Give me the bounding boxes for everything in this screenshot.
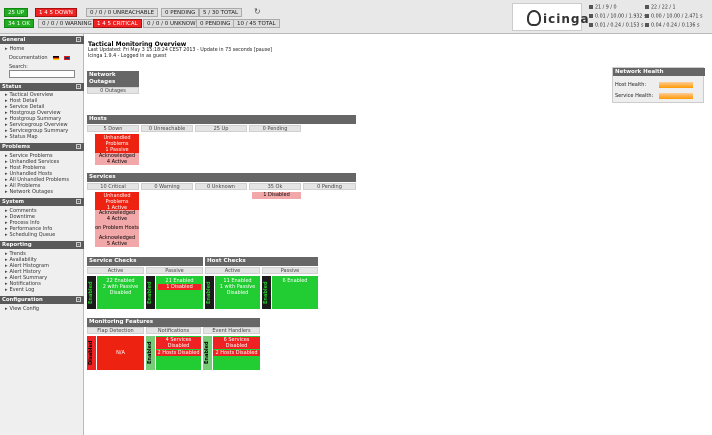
stat-host-exec: 0.01 / 0.24 / 0.153 s — [589, 23, 643, 29]
refresh-icon[interactable]: ↻ — [254, 7, 261, 16]
sidebar: General– Home Documentation Search: Stat… — [0, 34, 84, 435]
network-health-panel: Network Health Host Health: Service Heal… — [612, 67, 705, 103]
network-health-title: Network Health — [613, 68, 705, 76]
hosts-down-cell[interactable]: 5 Down — [87, 125, 139, 132]
hosts-title: Hosts — [87, 115, 356, 124]
services-pending-cell[interactable]: 0 Pending — [303, 183, 356, 190]
services-ack2-box[interactable]: Acknowledged 5 Active — [95, 234, 139, 247]
services-total-badge[interactable]: 10 / 45 TOTAL — [233, 19, 280, 28]
top-status-bar: 25 UP 1 4 5 DOWN 0 / 0 / 0 UNREACHABLE 0… — [0, 0, 712, 34]
host-active-box[interactable]: 11 Enabled 1 with Passive Disabled — [215, 276, 260, 309]
services-title: Services — [87, 173, 356, 182]
hosts-pending-badge[interactable]: 0 PENDING — [161, 8, 200, 17]
icinga-mark-icon — [527, 10, 541, 26]
services-critical-cell[interactable]: 10 Critical — [87, 183, 139, 190]
services-pending-badge[interactable]: 0 PENDING — [196, 19, 235, 28]
service-checks-active-header: Active — [87, 267, 144, 274]
hosts-unreachable-badge[interactable]: 0 / 0 / 0 UNREACHABLE — [86, 8, 159, 17]
notifications-box[interactable]: 4 Services Disabled 2 Hosts Disabled — [156, 336, 201, 370]
service-health-label: Service Health: — [615, 93, 654, 99]
host-health-label: Host Health: — [615, 82, 647, 88]
hosts-unreachable-cell[interactable]: 0 Unreachable — [141, 125, 193, 132]
services-unknown-cell[interactable]: 0 Unknown — [195, 183, 247, 190]
english-flag-icon[interactable] — [64, 56, 70, 60]
sidebar-item-network-outages[interactable]: Network Outages — [5, 189, 53, 195]
sidebar-section-reporting[interactable]: Reporting – — [0, 241, 84, 249]
stat-host-counts: 21 / 9 / 0 — [589, 5, 617, 11]
host-passive-enabled-bar: Enabled — [262, 276, 271, 309]
services-on-problem-hosts[interactable]: on Problem Hosts — [95, 222, 139, 234]
services-ok-disabled[interactable]: 1 Disabled — [252, 192, 301, 199]
service-health-bar — [659, 93, 693, 99]
sidebar-section-general[interactable]: General – — [0, 36, 84, 44]
sidebar-section-system[interactable]: System – — [0, 198, 84, 206]
services-unhandled-box[interactable]: Unhandled Problems 1 Active — [95, 192, 139, 211]
last-updated-text: Last Updated: Fri May 3 15:18:24 CEST 20… — [88, 48, 273, 53]
host-checks-active-header: Active — [205, 267, 260, 274]
sidebar-item-view-config[interactable]: View Config — [5, 306, 40, 312]
hosts-ack-box[interactable]: Acknowledged 4 Active — [95, 153, 139, 165]
version-text: Icinga 1.9.4 - Logged in as guest — [88, 54, 167, 59]
event-handlers-header: Event Handlers — [203, 327, 260, 334]
svc-passive-enabled-bar: Enabled — [146, 276, 155, 309]
stat-service-counts: 22 / 22 / 1 — [645, 5, 676, 11]
host-checks-title: Host Checks — [205, 257, 318, 266]
services-warning-cell[interactable]: 0 Warning — [141, 183, 193, 190]
event-handlers-enabled-bar: Enabled — [203, 336, 212, 370]
svc-active-box[interactable]: 22 Enabled 2 with Passive Disabled — [97, 276, 144, 309]
host-checks-passive-header: Passive — [262, 267, 318, 274]
svc-passive-box[interactable]: 21 Enabled 1 Disabled — [156, 276, 203, 309]
sidebar-item-status-map[interactable]: Status Map — [5, 134, 38, 140]
stat-service-exec: 0.04 / 0.24 / 0.136 s — [645, 23, 699, 29]
monitoring-features-title: Monitoring Features — [87, 318, 260, 327]
sidebar-item-event-log[interactable]: Event Log — [5, 287, 35, 293]
sidebar-item-documentation[interactable]: Documentation — [9, 55, 48, 61]
event-handlers-box[interactable]: 6 Services Disabled 2 Hosts Disabled — [213, 336, 260, 370]
flap-disabled-bar: Disabled — [87, 336, 96, 370]
sidebar-section-problems[interactable]: Problems – — [0, 143, 84, 151]
notifications-header: Notifications — [146, 327, 201, 334]
hosts-down-badge[interactable]: 1 4 5 DOWN — [35, 8, 77, 17]
hosts-unhandled-box[interactable]: Unhandled Problems 1 Passive — [95, 134, 139, 153]
sidebar-item-scheduling-queue[interactable]: Scheduling Queue — [5, 232, 56, 238]
sidebar-item-home[interactable]: Home — [5, 46, 25, 52]
network-outages-title: Network Outages — [87, 71, 139, 87]
icinga-logo[interactable]: icinga — [512, 3, 589, 31]
service-checks-passive-header: Passive — [146, 267, 203, 274]
search-input[interactable] — [9, 70, 75, 78]
services-warning-badge[interactable]: 0 / 0 / 0 WARNING — [38, 19, 96, 28]
sidebar-section-configuration[interactable]: Configuration – — [0, 296, 84, 304]
hosts-up-badge[interactable]: 25 UP — [4, 8, 29, 17]
notifications-enabled-bar: Enabled — [146, 336, 155, 370]
german-flag-icon[interactable] — [53, 56, 59, 60]
outages-count[interactable]: 0 Outages — [87, 87, 139, 94]
hosts-up-cell[interactable]: 25 Up — [195, 125, 247, 132]
svc-active-enabled-bar: Enabled — [87, 276, 96, 309]
service-checks-title: Service Checks — [87, 257, 203, 266]
hosts-total-badge[interactable]: 5 / 30 TOTAL — [199, 8, 243, 17]
host-health-bar — [659, 82, 693, 88]
stat-service-latency: 0.00 / 10.00 / 2.471 s — [645, 14, 703, 20]
page-title: Tactical Monitoring Overview — [88, 41, 187, 48]
services-ok-badge[interactable]: 34 1 OK — [4, 19, 34, 28]
flap-detection-header: Flap Detection — [87, 327, 144, 334]
services-critical-badge[interactable]: 1 4 5 CRITICAL — [93, 19, 142, 28]
hosts-pending-cell[interactable]: 0 Pending — [249, 125, 301, 132]
services-unknown-badge[interactable]: 0 / 0 / 0 UNKNOWN — [143, 19, 204, 28]
flap-detection-box[interactable]: N/A — [97, 336, 144, 370]
services-ok-cell[interactable]: 35 Ok — [249, 183, 301, 190]
host-active-enabled-bar: Enabled — [205, 276, 214, 309]
stat-host-latency: 0.01 / 10.00 / 1.932 s — [589, 14, 647, 20]
host-passive-box[interactable]: 6 Enabled — [272, 276, 318, 309]
services-ack-box[interactable]: Acknowledged 4 Active — [95, 210, 139, 222]
sidebar-section-status[interactable]: Status – — [0, 83, 84, 91]
